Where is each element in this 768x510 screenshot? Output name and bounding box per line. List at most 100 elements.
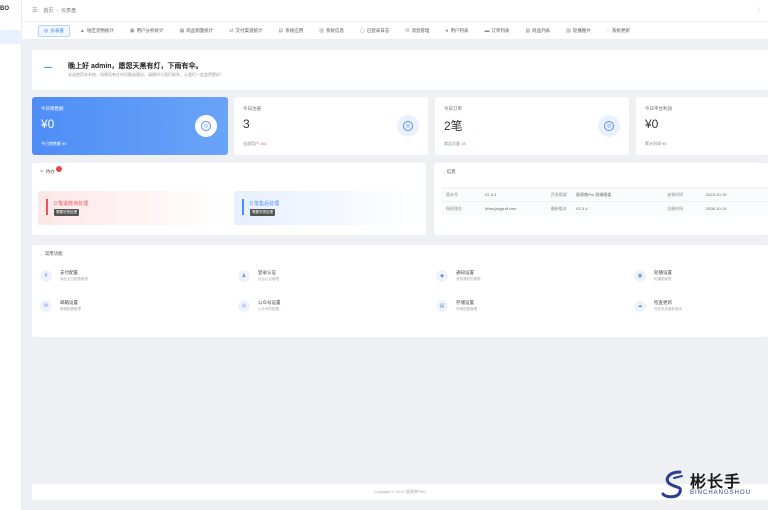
functions-title: ◌ 常用功能 — [40, 251, 63, 257]
stat-value: ¥0 — [645, 117, 659, 131]
stat-label: 今日平台利润 — [645, 106, 672, 111]
channel-icon: ⇄ — [229, 27, 234, 34]
sidebar-item-active[interactable] — [0, 30, 22, 44]
image-icon: ▨ — [566, 27, 571, 34]
users-icon: ◎ — [397, 115, 419, 137]
stat-card-registrations[interactable]: 今日注册 3 全部用户 161 ◎ — [234, 97, 428, 155]
todo-item-title: 0 笔售后处理 — [250, 201, 280, 207]
tab-order-list[interactable]: ▬ 订单列表 — [478, 25, 515, 37]
functions-icon: ◌ — [40, 251, 43, 257]
goods-icon: ▦ — [179, 27, 185, 34]
info-icon: ◌ — [442, 169, 445, 175]
welcome-card: ━•━ 晚上好 admin，愿您天黑有灯，下雨有伞。 欢迎使用本系统，如果您有任… — [32, 50, 768, 90]
tab-login-log[interactable]: ▢ 已登录日志 — [354, 25, 395, 37]
storage-icon: ▤ — [436, 300, 448, 312]
info-row: 授权域名 Www.jingyuff.com 最新版本 V2.3.4 注册时间 2… — [442, 201, 768, 215]
product-icon: ▧ — [525, 27, 531, 34]
stat-foot: 商品总量 18 — [444, 141, 466, 146]
order-icon: ◎ — [598, 115, 620, 137]
login-icon: ♟ — [238, 270, 250, 282]
stat-foot: 累计利润 ¥0 — [645, 141, 667, 146]
watermark: 彬长手 BINCHANGSHOU — [658, 462, 768, 506]
tab-dashboard[interactable]: ◎ 仪表盘 — [38, 24, 70, 37]
tab-user-list[interactable]: ● 用户列表 — [439, 25, 474, 37]
stat-label: 今日销售额 — [41, 106, 64, 111]
tab-system-apps[interactable]: ▤ 系统应用 — [273, 25, 310, 37]
todo-bar — [242, 199, 244, 215]
message-icon: ✉ — [405, 27, 410, 34]
stat-value: 3 — [243, 117, 250, 131]
update-icon: ☁ — [634, 300, 646, 312]
func-mail[interactable]: ✉ 邮箱设置 邮箱配置管理 — [40, 297, 238, 315]
users-icon: ● — [445, 27, 449, 34]
func-notify[interactable]: ◆ 通知设置 消息通知的管理 — [436, 267, 634, 285]
welcome-greeting: 晚上好 admin，愿您天黑有灯，下雨有伞。 — [68, 63, 203, 70]
func-wechat[interactable]: ◎ 公众号设置 公众号的配置 — [238, 297, 436, 315]
log-icon: ▢ — [359, 27, 365, 34]
notification-badge — [55, 166, 62, 172]
stat-foot: 今日销售额 ¥0 — [41, 141, 67, 146]
app-logo[interactable]: BO — [0, 6, 9, 12]
order-icon: ▬ — [484, 27, 490, 34]
edit-icon: ✎ — [40, 169, 44, 174]
todo-item-tag: 需要尽快处理 — [250, 209, 275, 216]
info-title: ◌ 信息 — [442, 169, 456, 175]
payment-icon: ¥ — [40, 270, 52, 282]
stat-card-orders[interactable]: 今日订单 2笔 商品总量 18 ◎ — [435, 97, 629, 155]
stat-foot: 全部用户 161 — [243, 141, 267, 146]
welcome-subtitle: 欢迎使用本系统，如果您有任何问题或建议，请随时与我们联系，让我们一起变得更好！ — [68, 72, 224, 77]
functions-grid: ¥ 支付配置 商品支付配置管理 ♟ 登录认证 后台认证管理 ◆ 通知设置 消息通知的管理 ▣… — [40, 267, 768, 315]
wechat-icon: ◎ — [238, 300, 250, 312]
tab-goods-stats[interactable]: ▦ 商品销量统计 — [174, 25, 220, 37]
tab-channel-stats[interactable]: ⇄ 交付渠道统计 — [223, 25, 268, 37]
aftersale-todo[interactable]: 0 笔售后处理 需要尽快处理 — [234, 191, 422, 225]
func-update[interactable]: ☁ 检查更新 检查系统最新版本 — [634, 297, 768, 315]
refund-todo[interactable]: 0 笔退款待处理 需要尽快处理 — [38, 191, 228, 225]
stat-label: 今日注册 — [243, 106, 261, 111]
todo-item-title: 0 笔退款待处理 — [54, 201, 89, 207]
func-carousel[interactable]: ▣ 轮播设置 轮播图管理 — [634, 267, 768, 285]
breadcrumb-current: 仪表盘 — [61, 8, 77, 14]
user-icon: ▣ — [129, 27, 135, 34]
info-icon: ▥ — [319, 27, 324, 34]
tab-product-list[interactable]: ▧ 商品列表 — [519, 25, 556, 37]
watermark-logo-icon — [661, 470, 683, 499]
stat-card-sales[interactable]: 今日销售额 ¥0 今日销售额 ¥0 ◎ — [32, 97, 228, 155]
todo-bar — [46, 199, 48, 215]
page-tabs: ◎ 仪表盘 ▲ 地区货物统计 ▣ 用户分析统计 ▦ 商品销量统计 ⇄ 交付渠道统计 ▤ 系统… — [22, 22, 768, 40]
tab-user-stats[interactable]: ▣ 用户分析统计 — [124, 25, 170, 37]
stat-card-profit[interactable]: 今日平台利润 ¥0 累计利润 ¥0 — [636, 97, 768, 155]
common-functions-panel: ◌ 常用功能 ¥ 支付配置 商品支付配置管理 ♟ 登录认证 后台认证管理 ◆ 通知设置 消息… — [32, 245, 768, 337]
todo-panel: ✎ 待办 0 笔退款待处理 需要尽快处理 0 笔售后处理 需要尽快处理 — [32, 163, 426, 235]
notify-icon: ◆ — [436, 270, 448, 282]
avatar: ━•━ — [44, 65, 52, 71]
info-row: 版本号 V2.3.4 开发框架 陇源商Pro 前端框架 安装时间 2023-10… — [442, 187, 768, 201]
watermark-title: 彬长手 — [690, 474, 742, 491]
tab-system-info[interactable]: ▥ 系统信息 — [313, 25, 350, 37]
func-payment[interactable]: ¥ 支付配置 商品支付配置管理 — [40, 267, 238, 285]
settings-icon[interactable]: ⋮ — [756, 7, 762, 14]
info-table: 版本号 V2.3.4 开发框架 陇源商Pro 前端框架 安装时间 2023-10… — [442, 187, 768, 215]
stat-label: 今日订单 — [444, 106, 462, 111]
carousel-icon: ▣ — [634, 270, 646, 282]
stat-value: ¥0 — [41, 117, 55, 131]
breadcrumb-home[interactable]: 首页 — [43, 7, 53, 14]
mail-icon: ✉ — [40, 300, 52, 312]
tab-region-stats[interactable]: ▲ 地区货物统计 — [74, 25, 120, 37]
func-login[interactable]: ♟ 登录认证 后台认证管理 — [238, 267, 436, 285]
func-storage[interactable]: ▤ 存储设置 存储配置管理 — [436, 297, 634, 315]
chart-icon: ▲ — [79, 27, 85, 34]
sales-icon: ◎ — [195, 115, 217, 137]
dashboard-icon: ◎ — [44, 27, 49, 34]
app-icon: ▤ — [278, 27, 284, 34]
update-icon: ◌ — [606, 27, 610, 34]
todo-item-tag: 需要尽快处理 — [54, 209, 79, 216]
top-header: ☰ 首页 › 仪表盘 ⋮ — [22, 0, 768, 22]
tab-carousel[interactable]: ▨ 轮播图片 — [560, 25, 597, 37]
tab-system-update[interactable]: ◌ 系统更新 — [601, 25, 636, 37]
info-panel: ◌ 信息 版本号 V2.3.4 开发框架 陇源商Pro 前端框架 安装时间 20… — [434, 163, 768, 235]
tab-messages[interactable]: ✉ 消息管理 — [399, 25, 435, 37]
menu-toggle-icon[interactable]: ☰ — [32, 7, 37, 14]
watermark-subtitle: BINCHANGSHOU — [690, 490, 752, 496]
sidebar: BO — [0, 0, 22, 510]
